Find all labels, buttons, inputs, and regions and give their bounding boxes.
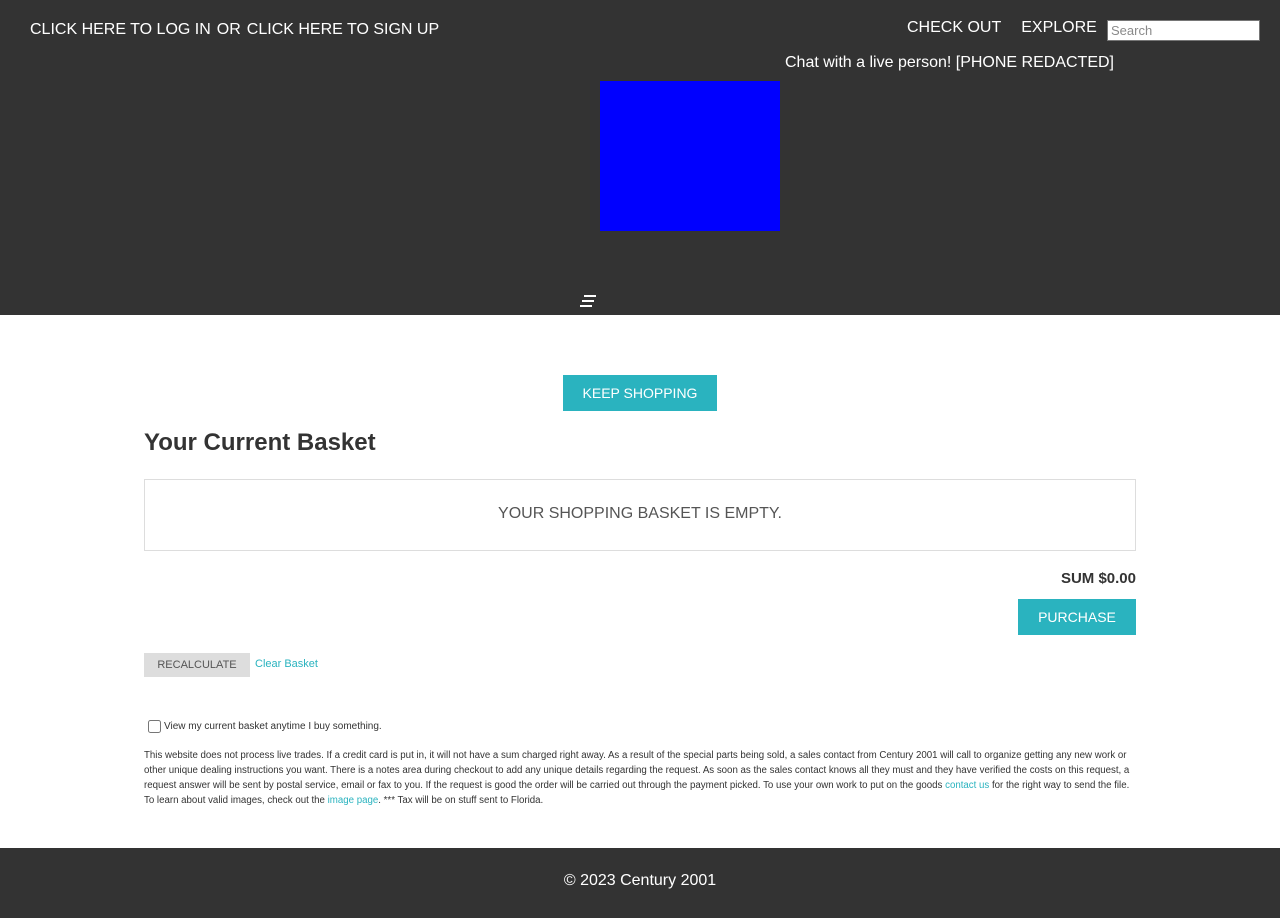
empty-basket-message: YOUR SHOPPING BASKET IS EMPTY.	[498, 505, 782, 522]
basket-items-box: YOUR SHOPPING BASKET IS EMPTY.	[144, 479, 1136, 551]
view-basket-checkbox[interactable]	[148, 720, 161, 733]
notice-text-3: . *** Tax will be on stuff sent to Flori…	[378, 795, 544, 806]
purchase-button[interactable]: PURCHASE	[1018, 599, 1136, 635]
order-notice: This website does not process live trade…	[144, 748, 1136, 808]
recalculate-button[interactable]: RECALCULATE	[144, 653, 250, 677]
clear-basket-link[interactable]: Clear Basket	[255, 658, 318, 670]
contact-us-link[interactable]: contact us	[945, 780, 989, 791]
basket-sum: SUM $0.00	[1060, 570, 1136, 587]
nav-explore-link[interactable]: EXPLORE	[1021, 19, 1097, 36]
keep-shopping-button[interactable]: KEEP SHOPPING	[563, 375, 717, 411]
view-basket-label: View my current basket anytime I buy som…	[164, 721, 382, 732]
signup-link[interactable]: CLICK HERE TO SIGN UP	[247, 21, 439, 38]
site-logo[interactable]	[600, 81, 780, 231]
page-title: Your Current Basket	[144, 429, 376, 456]
hamburger-icon[interactable]	[579, 293, 597, 309]
search-input[interactable]	[1107, 20, 1260, 41]
view-basket-option: View my current basket anytime I buy som…	[148, 720, 382, 733]
site-footer: © 2023 Century 2001	[0, 848, 1280, 918]
copyright-text: © 2023 Century 2001	[563, 872, 717, 889]
auth-links: CLICK HERE TO LOG IN OR CLICK HERE TO SIGN…	[30, 21, 439, 39]
live-chat-text[interactable]: Chat with a live person! [PHONE REDACTED…	[785, 54, 1114, 72]
logo-graphic	[600, 81, 780, 231]
site-header: CLICK HERE TO LOG IN OR CLICK HERE TO SIGN…	[0, 0, 1280, 315]
top-nav: CHECK OUT EXPLORE	[907, 19, 1097, 37]
auth-or-text: OR	[216, 21, 241, 38]
image-page-link[interactable]: image page	[328, 795, 379, 806]
nav-checkout-link[interactable]: CHECK OUT	[907, 19, 1001, 36]
login-link[interactable]: CLICK HERE TO LOG IN	[30, 21, 211, 38]
